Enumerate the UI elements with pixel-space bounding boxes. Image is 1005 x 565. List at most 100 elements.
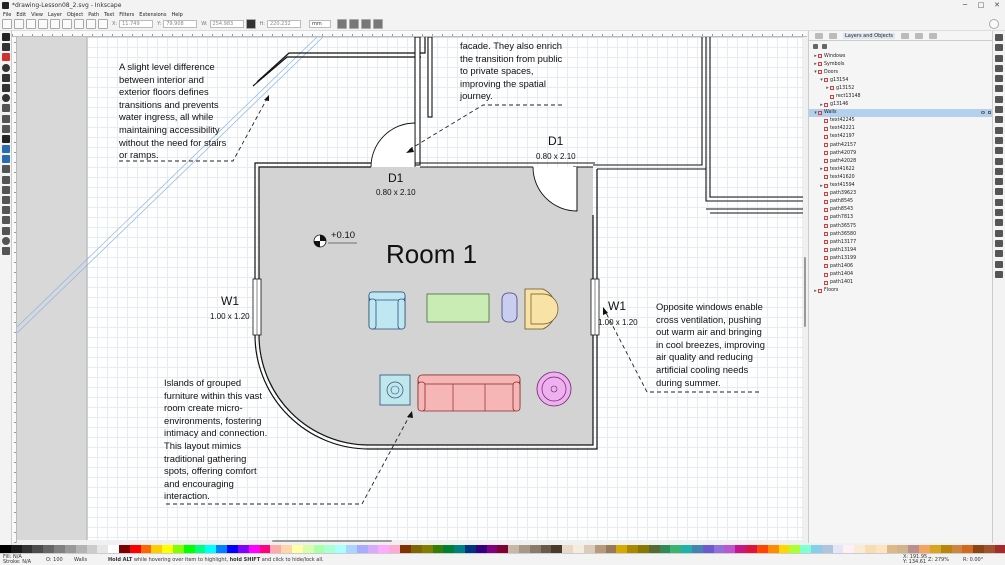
- color-swatch[interactable]: [313, 545, 325, 553]
- color-swatch[interactable]: [724, 545, 736, 553]
- color-swatch[interactable]: [594, 545, 606, 553]
- layers-icon[interactable]: [995, 239, 1003, 247]
- window-left-dimensions[interactable]: 1.00 x 1.20: [210, 312, 250, 321]
- scroll-thumb[interactable]: [272, 540, 392, 542]
- rotate-ccw-icon[interactable]: [38, 18, 48, 29]
- color-swatch[interactable]: [562, 545, 574, 553]
- scale-corners-icon[interactable]: [349, 18, 359, 29]
- w-field[interactable]: 254.983: [209, 19, 244, 28]
- color-swatch[interactable]: [886, 545, 898, 553]
- color-swatch[interactable]: [400, 545, 411, 553]
- opacity-value[interactable]: 100: [53, 557, 63, 563]
- color-swatch[interactable]: [356, 545, 368, 553]
- tree-row-path13177[interactable]: path13177: [809, 238, 993, 246]
- door-right-dimensions[interactable]: 0.80 x 2.10: [536, 152, 576, 161]
- tree-row-path1404[interactable]: path1404: [809, 271, 993, 279]
- color-swatch[interactable]: [583, 545, 595, 553]
- level-label[interactable]: +0.10: [331, 230, 355, 241]
- spray-tool-icon[interactable]: [2, 196, 10, 204]
- ottoman[interactable]: [501, 292, 518, 323]
- color-swatch[interactable]: [216, 545, 228, 553]
- text-tab-icon[interactable]: [829, 32, 837, 39]
- text-tool-icon[interactable]: [2, 134, 10, 143]
- text-font-icon[interactable]: [995, 229, 1003, 237]
- align-icon[interactable]: [995, 260, 1003, 268]
- window-left-tag[interactable]: W1: [221, 294, 239, 308]
- window-right-dimensions[interactable]: 1.00 x 1.20: [598, 318, 638, 327]
- add-layer-icon[interactable]: [822, 43, 827, 49]
- preferences-icon[interactable]: [995, 270, 1003, 278]
- tree-row-walls[interactable]: ▾ Walls: [809, 108, 993, 117]
- color-swatch[interactable]: [659, 545, 671, 553]
- note-level-difference[interactable]: A slight level difference between interi…: [119, 61, 226, 162]
- measure-tool-icon[interactable]: [2, 226, 10, 235]
- color-swatch[interactable]: [908, 545, 920, 553]
- color-swatch[interactable]: [789, 545, 801, 553]
- lower-icon[interactable]: [98, 18, 108, 29]
- new-document-icon[interactable]: [995, 34, 1003, 41]
- symbols-tab-icon[interactable]: [929, 32, 938, 39]
- tree-row-path42028[interactable]: path42028: [809, 157, 993, 165]
- tree-row-rect13148[interactable]: rect13148: [809, 92, 993, 100]
- tree-row-path1406[interactable]: path1406: [809, 262, 993, 270]
- tree-row-path13199[interactable]: path13199: [809, 254, 993, 262]
- close-button[interactable]: ✕: [989, 0, 1005, 11]
- door-left-dimensions[interactable]: 0.80 x 2.10: [376, 188, 416, 197]
- color-swatch[interactable]: [237, 545, 249, 553]
- color-palette[interactable]: [0, 545, 1005, 553]
- color-swatch[interactable]: [767, 545, 779, 553]
- ellipse-tool-icon[interactable]: [2, 63, 10, 72]
- rectangle-tool-icon[interactable]: [2, 53, 10, 62]
- tree-row-doors[interactable]: ▾ Doors: [809, 68, 993, 76]
- clone-icon[interactable]: [995, 188, 1003, 196]
- export-icon[interactable]: [995, 85, 1003, 93]
- tree-row-path13194[interactable]: path13194: [809, 246, 993, 254]
- color-swatch[interactable]: [897, 545, 909, 553]
- color-swatch[interactable]: [421, 545, 433, 553]
- color-swatch[interactable]: [410, 545, 422, 553]
- note-furniture-islands[interactable]: Islands of grouped furniture within this…: [164, 377, 267, 503]
- flip-horizontal-icon[interactable]: [62, 18, 72, 29]
- color-swatch[interactable]: [940, 545, 952, 553]
- color-swatch[interactable]: [335, 545, 346, 553]
- current-layer[interactable]: Walls: [74, 557, 87, 563]
- door-right-tag[interactable]: D1: [548, 134, 563, 148]
- sofa[interactable]: [417, 374, 521, 412]
- align-tab-icon[interactable]: [901, 32, 910, 39]
- color-swatch[interactable]: [54, 545, 65, 553]
- dropper-tool-icon[interactable]: [2, 165, 10, 174]
- color-swatch[interactable]: [367, 545, 379, 553]
- tree-row-path1401[interactable]: path1401: [809, 279, 993, 287]
- copy-icon[interactable]: [995, 116, 1003, 124]
- spiral-tool-icon[interactable]: [2, 94, 10, 103]
- color-swatch[interactable]: [486, 545, 498, 553]
- drawing-canvas[interactable]: A slight level difference between interi…: [17, 37, 803, 543]
- color-swatch[interactable]: [281, 545, 292, 553]
- move-patterns-icon[interactable]: [373, 18, 383, 29]
- color-swatch[interactable]: [540, 545, 552, 553]
- fill-stroke-indicator[interactable]: Fill: N/A Stroke: N/A: [3, 555, 31, 565]
- color-swatch[interactable]: [10, 545, 22, 553]
- tree-row-g13154[interactable]: ▾ g13154: [809, 76, 993, 84]
- color-swatch[interactable]: [432, 545, 444, 553]
- rotation-value[interactable]: R: 0.00°: [963, 557, 983, 563]
- window-right-tag[interactable]: W1: [608, 299, 626, 313]
- duplicate-icon[interactable]: [995, 178, 1003, 186]
- tree-row-text42221[interactable]: text42221: [809, 125, 993, 133]
- color-swatch[interactable]: [194, 545, 206, 553]
- coffee-table[interactable]: [426, 293, 490, 323]
- tree-row-text41620[interactable]: text41620: [809, 173, 993, 181]
- color-swatch[interactable]: [648, 545, 660, 553]
- color-swatch[interactable]: [151, 545, 163, 553]
- color-swatch[interactable]: [983, 545, 995, 553]
- color-swatch[interactable]: [529, 545, 541, 553]
- select-all-icon[interactable]: [2, 18, 12, 29]
- paste-icon[interactable]: [995, 136, 1003, 144]
- selector-tool-icon[interactable]: [2, 33, 10, 41]
- lock-icon[interactable]: [988, 111, 991, 115]
- tree-row-path39623[interactable]: path39623: [809, 190, 993, 198]
- color-swatch[interactable]: [464, 545, 476, 553]
- tab-layers-objects[interactable]: Layers and Objects: [843, 32, 896, 39]
- tree-row-path36575[interactable]: path36575: [809, 222, 993, 230]
- color-swatch[interactable]: [454, 545, 465, 553]
